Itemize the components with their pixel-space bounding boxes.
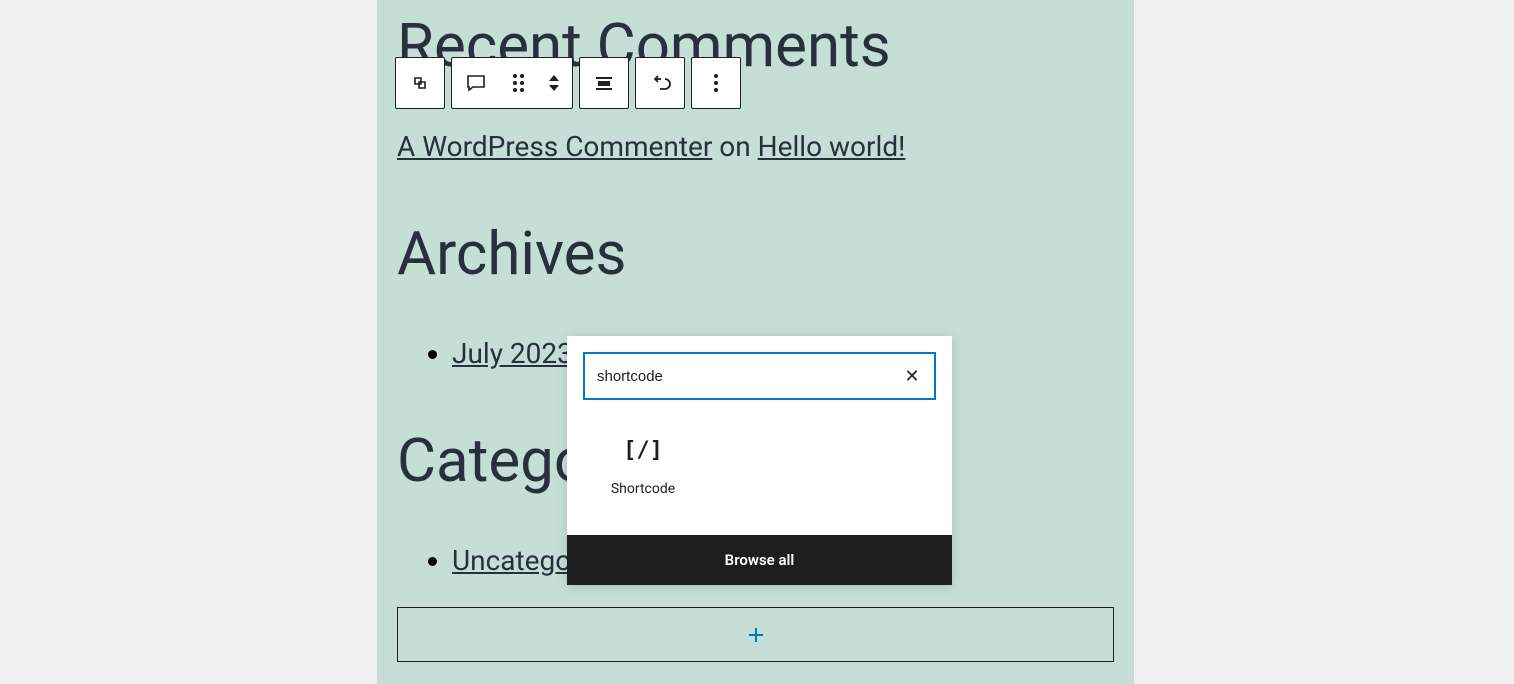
inserter-search-input[interactable]: [597, 368, 902, 385]
recent-comment-item: A WordPress Commenter on Hello world!: [397, 130, 1114, 163]
inserter-search-container: ✕: [567, 336, 952, 416]
clear-search-button[interactable]: ✕: [902, 366, 922, 386]
more-vertical-icon: [714, 74, 718, 92]
align-button[interactable]: [580, 58, 628, 108]
toolbar-group-parent: [395, 57, 445, 109]
close-icon: ✕: [904, 366, 919, 387]
link-back-icon: [648, 71, 672, 95]
select-parent-button[interactable]: [396, 58, 444, 108]
browse-all-button[interactable]: Browse all: [567, 535, 952, 585]
block-appender-button[interactable]: [397, 607, 1114, 662]
block-type-button[interactable]: [452, 58, 500, 108]
inserter-search-box: ✕: [583, 352, 936, 400]
toolbar-group-more: [691, 57, 741, 109]
toolbar-group-block: [451, 57, 573, 109]
shortcode-icon: [/]: [623, 438, 663, 463]
comment-author-link[interactable]: A WordPress Commenter: [397, 130, 712, 163]
block-item-label: Shortcode: [611, 481, 675, 497]
link-button[interactable]: [636, 58, 684, 108]
heading-archives[interactable]: Archives: [397, 218, 1114, 289]
comment-icon: [464, 71, 488, 95]
inserter-results: [/] Shortcode: [567, 416, 952, 535]
block-toolbar: [395, 57, 741, 109]
toolbar-group-link: [635, 57, 685, 109]
archive-link[interactable]: July 2023: [452, 337, 573, 370]
drag-icon: [513, 74, 524, 92]
move-up-down-button[interactable]: [536, 58, 572, 108]
toolbar-group-align: [579, 57, 629, 109]
block-item-shortcode[interactable]: [/] Shortcode: [583, 424, 703, 511]
move-arrows-icon: [549, 75, 559, 91]
block-inserter-popover: ✕ [/] Shortcode Browse all: [567, 336, 952, 585]
align-icon: [592, 71, 616, 95]
comment-on-text: on: [712, 130, 757, 163]
group-icon: [408, 71, 432, 95]
plus-icon: [744, 623, 768, 647]
comment-post-link[interactable]: Hello world!: [758, 130, 906, 163]
more-options-button[interactable]: [692, 58, 740, 108]
drag-handle[interactable]: [500, 58, 536, 108]
